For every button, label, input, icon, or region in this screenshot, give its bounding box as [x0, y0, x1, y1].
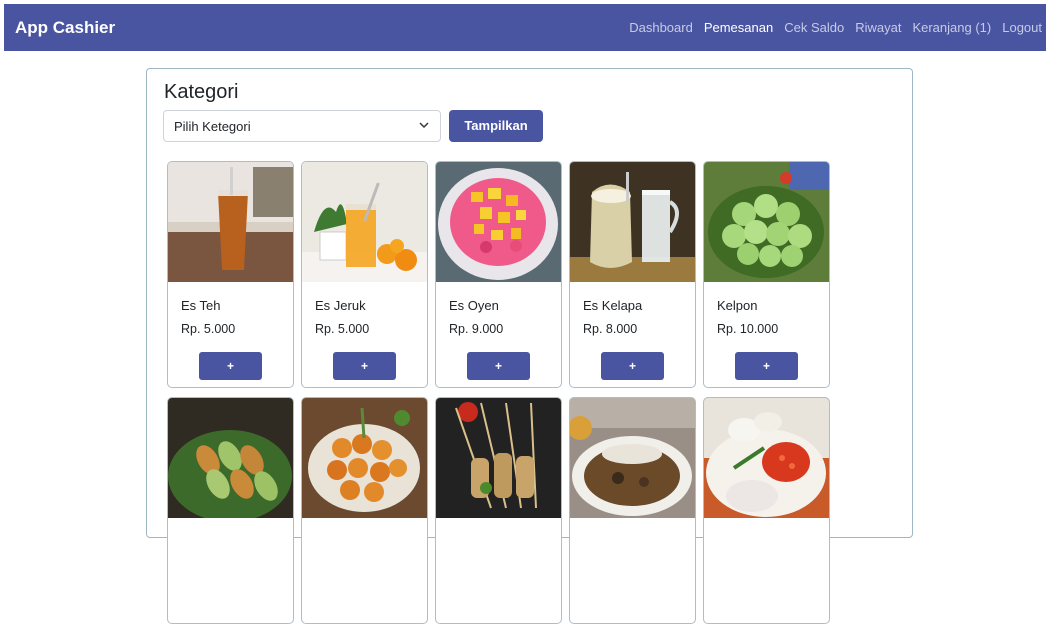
nav-link-riwayat[interactable]: Riwayat	[855, 20, 901, 35]
product-name: Es Teh	[181, 298, 221, 313]
product-card	[703, 397, 830, 624]
add-to-cart-button[interactable]: +	[601, 352, 664, 380]
product-card	[569, 397, 696, 624]
kue-image	[168, 398, 293, 518]
show-button[interactable]: Tampilkan	[449, 110, 543, 142]
product-price: Rp. 9.000	[449, 322, 504, 336]
product-card	[167, 397, 294, 624]
nav-link-dashboard[interactable]: Dashboard	[629, 20, 693, 35]
sate-image	[436, 398, 561, 518]
navbar: App Cashier Dashboard Pemesanan Cek Sald…	[4, 4, 1046, 51]
nav-link-pemesanan[interactable]: Pemesanan	[704, 20, 773, 35]
product-price: Rp. 5.000	[315, 322, 370, 336]
category-select[interactable]: Pilih Ketegori	[163, 110, 441, 142]
soup-image	[570, 398, 695, 518]
product-price: Rp. 8.000	[583, 322, 638, 336]
product-name: Es Jeruk	[315, 298, 366, 313]
add-to-cart-button[interactable]: +	[199, 352, 262, 380]
product-card: Es Oyen Rp. 9.000 +	[435, 161, 562, 388]
product-price: Rp. 10.000	[717, 322, 779, 336]
product-price: Rp. 5.000	[181, 322, 236, 336]
coconut-drink-image	[570, 162, 695, 282]
add-to-cart-button[interactable]: +	[467, 352, 530, 380]
chevron-down-icon	[419, 122, 429, 129]
product-name: Es Kelapa	[583, 298, 643, 313]
nav-links: Dashboard Pemesanan Cek Saldo Riwayat Ke…	[618, 20, 1042, 35]
brand-title[interactable]: App Cashier	[15, 18, 115, 38]
nav-link-cek-saldo[interactable]: Cek Saldo	[784, 20, 844, 35]
product-card	[301, 397, 428, 624]
add-to-cart-button[interactable]: +	[333, 352, 396, 380]
product-card	[435, 397, 562, 624]
orange-juice-image	[302, 162, 427, 282]
es-oyen-image	[436, 162, 561, 282]
klepon-image	[704, 162, 829, 282]
product-card: Es Teh Rp. 5.000 +	[167, 161, 294, 388]
cilok-image	[302, 398, 427, 518]
product-card: Es Jeruk Rp. 5.000 +	[301, 161, 428, 388]
product-name: Kelpon	[717, 298, 758, 313]
nav-link-keranjang[interactable]: Keranjang (1)	[912, 20, 991, 35]
category-title: Kategori	[164, 81, 239, 103]
iced-tea-image	[168, 162, 293, 282]
category-select-value: Pilih Ketegori	[174, 119, 251, 134]
nav-link-logout[interactable]: Logout	[1002, 20, 1042, 35]
product-name: Es Oyen	[449, 298, 499, 313]
sambal-image	[704, 398, 829, 518]
product-card: Kelpon Rp. 10.000 +	[703, 161, 830, 388]
add-to-cart-button[interactable]: +	[735, 352, 798, 380]
product-card: Es Kelapa Rp. 8.000 +	[569, 161, 696, 388]
catalog-panel: Kategori Pilih Ketegori Tampilkan Es Teh…	[146, 68, 913, 624]
